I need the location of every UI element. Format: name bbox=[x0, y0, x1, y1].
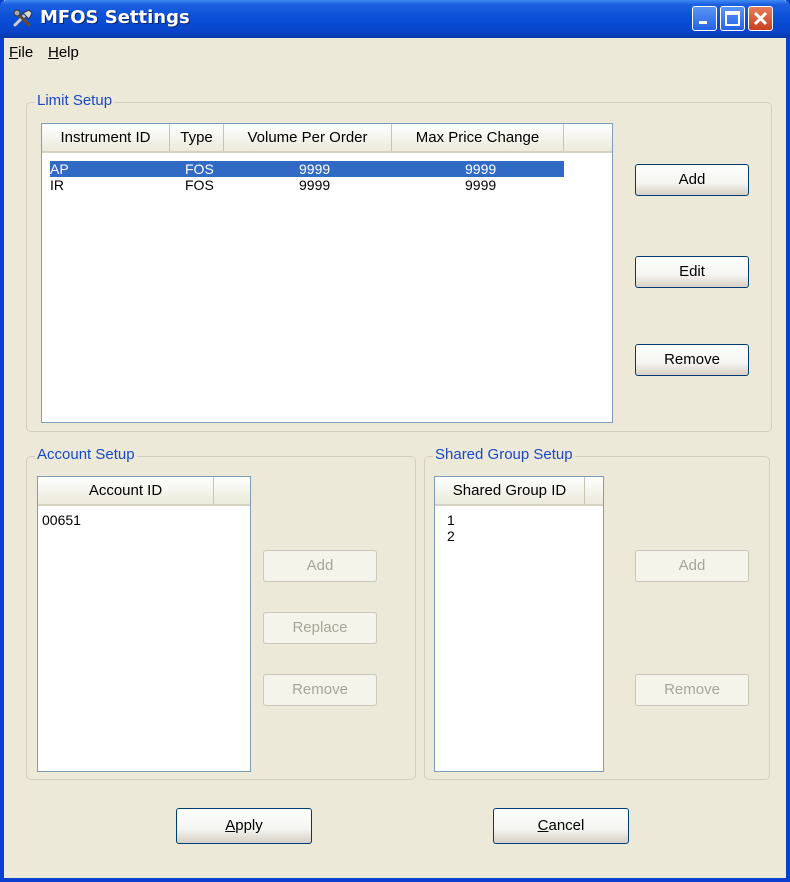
menu-file-label-rest: ile bbox=[18, 44, 34, 61]
limit-list-header: Instrument ID Type Volume Per Order Max … bbox=[42, 124, 612, 153]
shared-group-setup-group: Shared Group Setup Shared Group ID 1 2 A… bbox=[424, 446, 770, 780]
account-replace-button[interactable]: Replace bbox=[263, 612, 377, 644]
account-list[interactable]: Account ID 00651 bbox=[37, 476, 251, 772]
column-shared-group-id[interactable]: Shared Group ID bbox=[435, 477, 585, 504]
settings-window: MFOS Settings File Help Limit Setup Inst… bbox=[0, 0, 790, 882]
menu-file[interactable]: File bbox=[9, 44, 33, 61]
list-item[interactable]: 1 bbox=[447, 512, 587, 528]
limit-row[interactable]: AP FOS 9999 9999 bbox=[50, 161, 564, 177]
close-icon bbox=[753, 11, 768, 26]
shared-group-add-button[interactable]: Add bbox=[635, 550, 749, 582]
maximize-button[interactable] bbox=[720, 6, 745, 31]
shared-group-list-header: Shared Group ID bbox=[435, 477, 603, 506]
apply-button[interactable]: Apply bbox=[176, 808, 312, 844]
column-type[interactable]: Type bbox=[170, 124, 224, 151]
shared-group-list[interactable]: Shared Group ID 1 2 bbox=[434, 476, 604, 772]
apply-mnemonic: A bbox=[225, 817, 236, 834]
column-max-price-change[interactable]: Max Price Change bbox=[392, 124, 564, 151]
cell-max-price: 9999 bbox=[465, 177, 497, 193]
minimize-icon bbox=[699, 21, 707, 24]
cell-volume: 9999 bbox=[299, 177, 331, 193]
cell-type: FOS bbox=[185, 177, 214, 193]
menu-help-mnemonic: H bbox=[48, 44, 59, 61]
limit-list[interactable]: Instrument ID Type Volume Per Order Max … bbox=[41, 123, 613, 423]
cell-type: FOS bbox=[185, 161, 214, 177]
limit-setup-group: Limit Setup Instrument ID Type Volume Pe… bbox=[26, 92, 772, 432]
account-setup-label: Account Setup bbox=[35, 446, 137, 463]
minimize-button[interactable] bbox=[692, 6, 717, 31]
cell-instrument-id: AP bbox=[50, 161, 69, 177]
cancel-mnemonic: C bbox=[537, 817, 549, 834]
limit-remove-button[interactable]: Remove bbox=[635, 344, 749, 376]
account-setup-group: Account Setup Account ID 00651 Add Repla… bbox=[26, 446, 416, 780]
cell-instrument-id: IR bbox=[50, 177, 64, 193]
limit-edit-button[interactable]: Edit bbox=[635, 256, 749, 288]
limit-setup-label: Limit Setup bbox=[35, 92, 115, 109]
close-button[interactable] bbox=[748, 6, 773, 31]
account-add-button[interactable]: Add bbox=[263, 550, 377, 582]
menu-help-label-rest: elp bbox=[58, 44, 79, 61]
menu-bar: File Help bbox=[4, 38, 786, 66]
list-item[interactable]: 00651 bbox=[42, 512, 242, 528]
list-item[interactable]: 2 bbox=[447, 528, 587, 544]
limit-add-button[interactable]: Add bbox=[635, 164, 749, 196]
menu-file-mnemonic: F bbox=[9, 44, 19, 61]
tools-icon bbox=[13, 9, 33, 27]
shared-group-setup-label: Shared Group Setup bbox=[433, 446, 575, 463]
cancel-label-rest: ancel bbox=[548, 817, 585, 834]
shared-group-remove-button[interactable]: Remove bbox=[635, 674, 749, 706]
account-list-header: Account ID bbox=[38, 477, 250, 506]
cell-volume: 9999 bbox=[299, 161, 331, 177]
account-remove-button[interactable]: Remove bbox=[263, 674, 377, 706]
title-bar[interactable]: MFOS Settings bbox=[0, 0, 790, 38]
menu-help[interactable]: Help bbox=[48, 44, 79, 61]
apply-label-rest: pply bbox=[235, 817, 263, 834]
maximize-icon bbox=[725, 11, 740, 26]
limit-row[interactable]: IR FOS 9999 9999 bbox=[50, 177, 564, 193]
column-volume-per-order[interactable]: Volume Per Order bbox=[224, 124, 392, 151]
column-account-id[interactable]: Account ID bbox=[38, 477, 214, 504]
cell-max-price: 9999 bbox=[465, 161, 497, 177]
window-title: MFOS Settings bbox=[40, 7, 190, 28]
cancel-button[interactable]: Cancel bbox=[493, 808, 629, 844]
column-instrument-id[interactable]: Instrument ID bbox=[42, 124, 170, 151]
